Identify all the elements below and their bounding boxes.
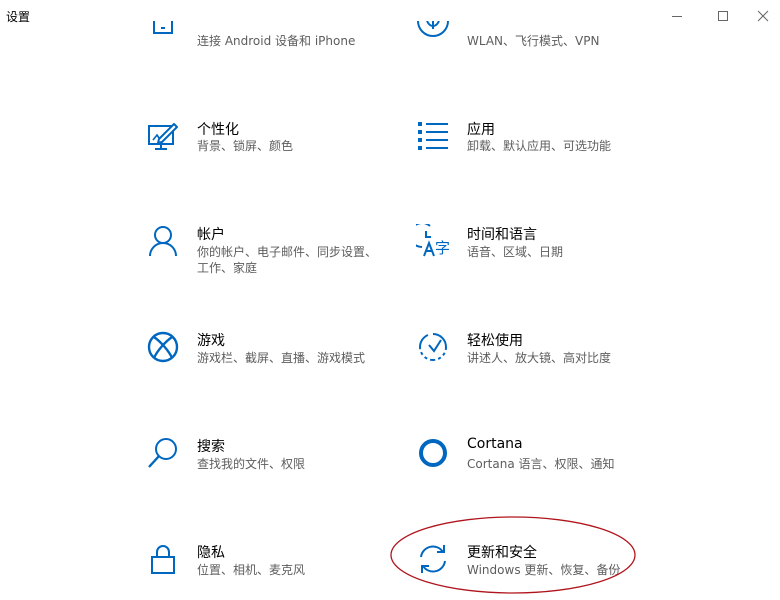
tile-title: 更新和安全 bbox=[467, 545, 537, 561]
personalization-icon bbox=[146, 119, 180, 153]
account-icon bbox=[146, 224, 180, 258]
tile-description: 卸载、默认应用、可选功能 bbox=[467, 139, 612, 153]
cortana-icon bbox=[416, 436, 450, 470]
title-bar: 设置 bbox=[0, 0, 780, 32]
settings-tile-gaming[interactable]: 游戏 游戏栏、截屏、直播、游戏模式 bbox=[146, 330, 386, 390]
tile-title: 搜索 bbox=[197, 439, 225, 455]
svg-text:字: 字 bbox=[435, 239, 450, 257]
maximize-icon bbox=[718, 11, 728, 21]
ease-of-access-icon bbox=[416, 330, 450, 364]
tile-title: 游戏 bbox=[197, 333, 225, 349]
settings-tile-time-language[interactable]: 字 时间和语言 语音、区域、日期 bbox=[416, 224, 656, 284]
tile-description: WLAN、飞行模式、VPN bbox=[467, 34, 600, 48]
tile-description: 背景、锁屏、颜色 bbox=[197, 139, 294, 153]
tile-title: 应用 bbox=[467, 122, 495, 138]
settings-tile-update-security[interactable]: 更新和安全 Windows 更新、恢复、备份 bbox=[416, 542, 656, 600]
close-icon bbox=[757, 10, 769, 22]
tile-title: 时间和语言 bbox=[467, 227, 537, 243]
tile-description: 游戏栏、截屏、直播、游戏模式 bbox=[197, 351, 366, 365]
settings-tile-ease-of-access[interactable]: 轻松使用 讲述人、放大镜、高对比度 bbox=[416, 330, 656, 390]
tile-title: 隐私 bbox=[197, 545, 225, 561]
search-icon bbox=[146, 436, 180, 470]
tile-description: 位置、相机、麦克风 bbox=[197, 563, 306, 577]
maximize-button[interactable] bbox=[700, 0, 746, 32]
sync-icon bbox=[416, 542, 450, 576]
settings-tile-apps[interactable]: 应用 卸载、默认应用、可选功能 bbox=[416, 119, 656, 179]
tile-title: 帐户 bbox=[197, 227, 225, 243]
settings-tile-personalization[interactable]: 个性化 背景、锁屏、颜色 bbox=[146, 119, 386, 179]
tile-title: 个性化 bbox=[197, 122, 239, 138]
tile-description: 查找我的文件、权限 bbox=[197, 457, 306, 471]
tile-title: Cortana bbox=[467, 436, 523, 452]
tile-description: Windows 更新、恢复、备份 bbox=[467, 563, 621, 577]
window-title: 设置 bbox=[6, 10, 31, 24]
tile-description: 连接 Android 设备和 iPhone bbox=[197, 34, 356, 48]
settings-tile-search[interactable]: 搜索 查找我的文件、权限 bbox=[146, 436, 386, 496]
tile-description: Cortana 语言、权限、通知 bbox=[467, 457, 615, 471]
minimize-button[interactable] bbox=[654, 0, 700, 32]
tile-description: 你的帐户、电子邮件、同步设置、工作、家庭 bbox=[197, 245, 378, 275]
xbox-icon bbox=[146, 330, 180, 364]
settings-tile-network[interactable]: WLAN、飞行模式、VPN bbox=[416, 21, 656, 93]
close-button[interactable] bbox=[746, 0, 780, 32]
settings-tile-privacy[interactable]: 隐私 位置、相机、麦克风 bbox=[146, 542, 386, 600]
time-language-icon: 字 bbox=[416, 224, 450, 258]
settings-tile-accounts[interactable]: 帐户 你的帐户、电子邮件、同步设置、工作、家庭 bbox=[146, 224, 386, 284]
globe-icon bbox=[416, 19, 450, 53]
settings-window: 设置 连接 Android 设备和 iPhone WLAN、飞行模式、VPN 个… bbox=[0, 0, 780, 600]
tile-title: 轻松使用 bbox=[467, 333, 523, 349]
tile-description: 语音、区域、日期 bbox=[467, 245, 564, 259]
phone-icon bbox=[146, 19, 180, 53]
apps-icon bbox=[416, 119, 450, 153]
lock-icon bbox=[146, 542, 180, 576]
tile-description: 讲述人、放大镜、高对比度 bbox=[467, 351, 612, 365]
settings-tile-cortana[interactable]: Cortana Cortana 语言、权限、通知 bbox=[416, 436, 656, 496]
minimize-icon bbox=[672, 16, 682, 17]
settings-tile-phone[interactable]: 连接 Android 设备和 iPhone bbox=[146, 21, 386, 93]
